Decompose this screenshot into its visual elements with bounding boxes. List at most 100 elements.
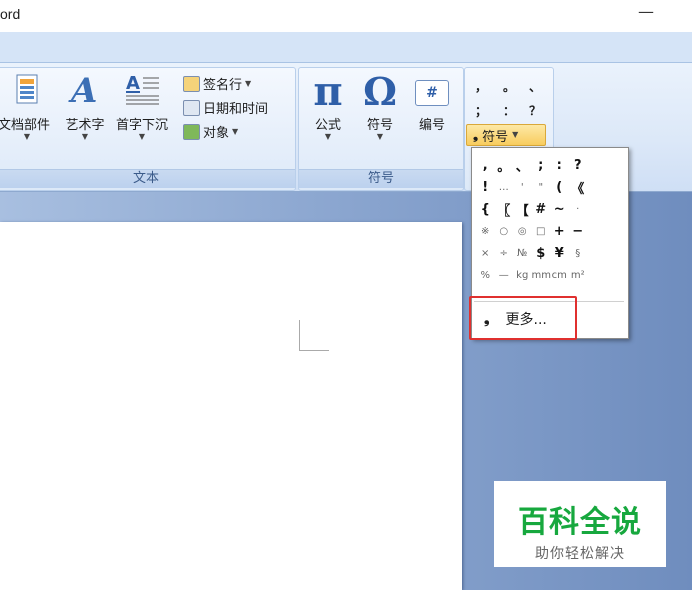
palette-symbol[interactable]: ； [475, 102, 487, 119]
watermark-subtitle: 助你轻松解决 [535, 546, 625, 562]
symbol-dropdown-label: 符号 [482, 129, 509, 145]
symbol-cell[interactable]: ? [569, 158, 588, 173]
symbol-cell[interactable]: ' [513, 182, 532, 193]
symbol-cell[interactable]: % [476, 270, 495, 281]
title-bar: ord — [0, 0, 692, 32]
symbol-dropdown-button[interactable]: ❟ 符号 ▼ [466, 124, 546, 146]
object-button[interactable]: 对象 ▼ [183, 122, 238, 141]
quickparts-icon [16, 74, 38, 104]
symbol-cell[interactable]: ※ [476, 226, 495, 237]
symbol-cell[interactable]: # [532, 202, 551, 217]
chevron-down-icon: ▼ [138, 132, 146, 141]
chevron-down-icon: ▼ [376, 132, 384, 141]
symbol-cell[interactable]: … [495, 182, 514, 193]
symbol-cell[interactable]: ◎ [513, 226, 532, 237]
equation-label: 公式 [314, 117, 341, 132]
symbol-cell[interactable]: kg [513, 270, 532, 281]
chevron-down-icon: ▼ [232, 126, 239, 136]
symbol-cell[interactable]: ÷ [495, 248, 514, 259]
symbol-cell[interactable]: 〖 [495, 200, 514, 219]
chevron-down-icon: ▼ [245, 78, 252, 88]
symbol-cell[interactable]: □ [532, 226, 551, 237]
symbol-cell[interactable]: — [495, 270, 514, 281]
quickparts-label: 文档部件 [0, 117, 50, 132]
symbol-cell[interactable]: 。 [495, 156, 514, 175]
symbol-row: % — kg mm cm m² [476, 264, 626, 286]
symbol-cell[interactable]: + [550, 224, 569, 239]
symbol-cell[interactable]: , [476, 158, 495, 173]
symbol-row: × ÷ № $ ¥ § [476, 242, 626, 264]
margin-corner-mark [299, 320, 300, 350]
object-label: 对象 [203, 126, 230, 141]
palette-symbol[interactable]: ： [503, 102, 515, 119]
symbol-cell[interactable]: " [532, 182, 551, 193]
wordart-button[interactable]: A 艺术字 ▼ [61, 71, 109, 141]
symbol-button[interactable]: Ω 符号 ▼ [357, 72, 403, 141]
symbol-cell[interactable]: ; [532, 158, 551, 173]
symbol-row: ! … ' " ( 《 [476, 176, 626, 198]
symbol-row: { 〖 【 # ~ · [476, 198, 626, 220]
symbol-cell[interactable]: cm [550, 270, 569, 281]
symbol-cell[interactable]: − [569, 224, 588, 239]
margin-corner-mark [299, 350, 329, 351]
number-label: 编号 [418, 117, 445, 132]
wordart-icon: A [68, 71, 97, 111]
palette-symbol[interactable]: ？ [529, 102, 541, 119]
symbol-cell[interactable]: m² [569, 270, 588, 281]
chevron-down-icon: ▼ [23, 132, 31, 141]
symbol-cell[interactable]: { [476, 202, 495, 217]
chevron-down-icon: ▼ [324, 132, 332, 141]
object-icon [183, 123, 200, 140]
symbol-cell[interactable]: § [569, 248, 588, 259]
minimize-button[interactable]: — [638, 2, 654, 21]
symbol-cell[interactable]: ~ [550, 202, 569, 217]
palette-symbol[interactable]: 、 [529, 78, 541, 95]
window-title: ord [0, 6, 21, 22]
date-time-button[interactable]: 日期和时间 [183, 98, 268, 117]
equation-button[interactable]: π 公式 ▼ [305, 72, 351, 141]
symbol-cell[interactable]: 【 [513, 200, 532, 219]
svg-text:A: A [68, 72, 97, 106]
symbol-cell[interactable]: ( [550, 180, 569, 195]
palette-symbol[interactable]: ， [475, 78, 487, 95]
symbol-grid: , 。 、 ; : ? ! … ' " ( 《 { 〖 【 # ~ · ※ ○ … [476, 154, 626, 286]
symbols-group: π 公式 ▼ Ω 符号 ▼ # 编号 符号 [298, 67, 464, 191]
text-group: 文档部件 ▼ A 艺术字 ▼ A 首字下沉 ▼ 签名行 ▼ 日期和时间 对象 ▼… [0, 67, 296, 191]
symbol-cell[interactable]: $ [532, 246, 551, 261]
dropcap-button[interactable]: A 首字下沉 ▼ [113, 72, 171, 141]
watermark-title: 百科全说 [518, 505, 642, 540]
signature-line-button[interactable]: 签名行 ▼ [183, 74, 251, 93]
signature-line-icon [183, 75, 200, 92]
quickparts-button[interactable]: 文档部件 ▼ [0, 72, 57, 141]
chevron-down-icon: ▼ [81, 132, 89, 141]
chevron-down-icon: ▼ [512, 130, 519, 139]
symbol-cell[interactable]: · [569, 204, 588, 215]
comma-icon: ❟ [473, 127, 479, 143]
symbol-row: ※ ○ ◎ □ + − [476, 220, 626, 242]
date-time-label: 日期和时间 [203, 102, 269, 117]
symbol-cell[interactable]: № [513, 248, 532, 259]
svg-text:A: A [126, 73, 140, 94]
dropcap-icon: A [126, 73, 159, 105]
signature-line-label: 签名行 [203, 78, 243, 93]
symbol-cell[interactable]: × [476, 248, 495, 259]
document-page[interactable] [0, 222, 462, 590]
symbol-cell[interactable]: 、 [513, 156, 532, 175]
symbol-omega-icon: Ω [363, 69, 397, 114]
symbol-row: , 。 、 ; : ? [476, 154, 626, 176]
palette-symbol[interactable]: 。 [503, 78, 515, 95]
symbol-cell[interactable]: ¥ [550, 246, 569, 261]
symbol-cell[interactable]: mm [532, 270, 551, 281]
symbol-cell[interactable]: ○ [495, 226, 514, 237]
number-button[interactable]: # 编号 [409, 72, 455, 133]
equation-pi-icon: π [313, 68, 343, 115]
annotation-highlight-box [469, 296, 577, 340]
symbol-cell[interactable]: 《 [569, 178, 588, 197]
text-group-label: 文本 [0, 169, 295, 188]
dropcap-label: 首字下沉 [115, 117, 168, 132]
watermark-logo: 百科全说 助你轻松解决 [494, 481, 666, 567]
symbol-label: 符号 [366, 117, 393, 132]
symbol-cell[interactable]: : [550, 158, 569, 173]
date-time-icon [183, 99, 200, 116]
symbol-cell[interactable]: ! [476, 180, 495, 195]
